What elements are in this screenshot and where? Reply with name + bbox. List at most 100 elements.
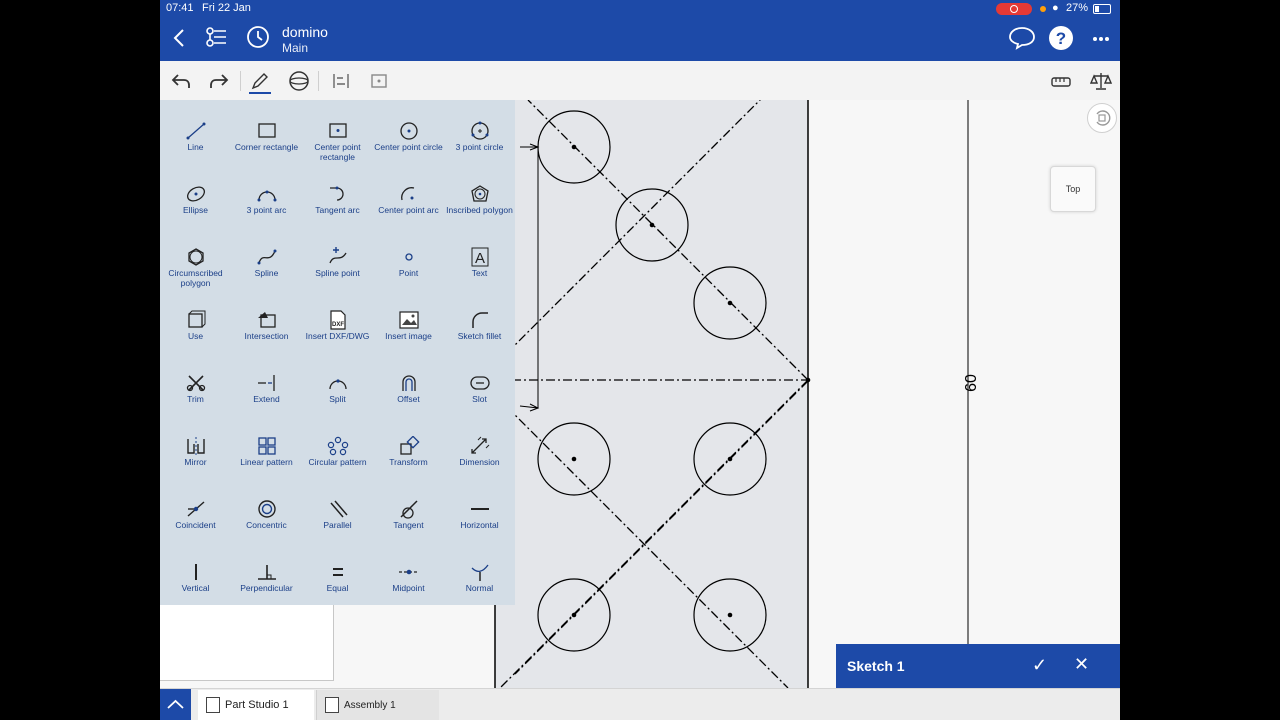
tool-vertical[interactable]: Vertical bbox=[160, 546, 231, 609]
tool-label: Perpendicular bbox=[240, 583, 293, 593]
tool-transform[interactable]: Transform bbox=[373, 420, 444, 483]
sketch-pencil-icon[interactable] bbox=[249, 70, 271, 94]
tab-part-studio[interactable]: Part Studio 1 bbox=[198, 690, 314, 720]
sketch-dialog: Sketch 1 ✓ ✕ bbox=[836, 644, 1120, 688]
tool-label: Extend bbox=[253, 394, 280, 404]
measure-icon[interactable] bbox=[1050, 70, 1072, 92]
tool-midpoint[interactable]: Midpoint bbox=[373, 546, 444, 609]
tool-label: Center point circle bbox=[374, 142, 443, 152]
dimension-value[interactable]: 60 bbox=[963, 374, 980, 392]
more-options-icon[interactable] bbox=[1092, 30, 1110, 48]
tool-ellipse[interactable]: Ellipse bbox=[160, 168, 231, 231]
tab-assembly[interactable]: Assembly 1 bbox=[316, 690, 439, 720]
tool-text[interactable]: A Text bbox=[444, 231, 515, 294]
tool-point[interactable]: Point bbox=[373, 231, 444, 294]
tool-circular-pattern[interactable]: Circular pattern bbox=[302, 420, 373, 483]
tool-label: Tangent arc bbox=[315, 205, 360, 215]
tool-circumscribed-polygon[interactable]: Circumscribed polygon bbox=[160, 231, 231, 294]
tool-line[interactable]: Line bbox=[160, 105, 231, 168]
tool-coincident[interactable]: Coincident bbox=[160, 483, 231, 546]
tool-tangent[interactable]: Tangent bbox=[373, 483, 444, 546]
tool-label: Vertical bbox=[181, 583, 210, 593]
accept-check-icon[interactable]: ✓ bbox=[1032, 655, 1047, 676]
screen-recording-icon bbox=[996, 3, 1032, 15]
tool-3-point-circle[interactable]: 3 point circle bbox=[444, 105, 515, 168]
tool-sketch-fillet[interactable]: Sketch fillet bbox=[444, 294, 515, 357]
tool-label: Text bbox=[471, 268, 488, 278]
status-bar: 07:41 Fri 22 Jan ● 27% bbox=[160, 0, 1120, 18]
cancel-close-icon[interactable]: ✕ bbox=[1074, 654, 1089, 675]
tool-label: Tangent bbox=[393, 520, 424, 530]
tool-center-point-arc[interactable]: Center point arc bbox=[373, 168, 444, 231]
three-point-arc-icon bbox=[257, 190, 277, 202]
tool-horizontal[interactable]: Horizontal bbox=[444, 483, 515, 546]
document-branch: Main bbox=[282, 41, 309, 55]
tool-dimension[interactable]: Dimension bbox=[444, 420, 515, 483]
solid-body-icon[interactable] bbox=[288, 70, 310, 92]
tab-menu-button[interactable] bbox=[160, 689, 191, 720]
redo-icon[interactable] bbox=[208, 70, 230, 92]
point-icon bbox=[405, 253, 413, 261]
tool-intersection[interactable]: Intersection bbox=[231, 294, 302, 357]
tool-center-point-circle[interactable]: Center point circle bbox=[373, 105, 444, 168]
tool-label: Inscribed polygon bbox=[446, 205, 513, 215]
tool-mirror[interactable]: Mirror bbox=[160, 420, 231, 483]
tool-insert-dxf-dwg[interactable]: DXF Insert DXF/DWG bbox=[302, 294, 373, 357]
tool-label: Linear pattern bbox=[240, 457, 293, 467]
undo-icon[interactable] bbox=[170, 70, 192, 92]
tool-parallel[interactable]: Parallel bbox=[302, 483, 373, 546]
history-icon[interactable] bbox=[246, 25, 270, 54]
toolbar-divider bbox=[318, 71, 319, 91]
tool-label: Spline point bbox=[315, 268, 360, 278]
tool-label: Offset bbox=[397, 394, 420, 404]
help-icon[interactable]: ? bbox=[1048, 25, 1074, 56]
tool-offset[interactable]: Offset bbox=[373, 357, 444, 420]
tool-slot[interactable]: Slot bbox=[444, 357, 515, 420]
tool-inscribed-polygon[interactable]: Inscribed polygon bbox=[444, 168, 515, 231]
tool-tangent-arc[interactable]: Tangent arc bbox=[302, 168, 373, 231]
sketch-name[interactable]: Sketch 1 bbox=[847, 658, 905, 674]
view-cube-top[interactable]: Top bbox=[1050, 166, 1096, 212]
tool-linear-pattern[interactable]: Linear pattern bbox=[231, 420, 302, 483]
back-icon[interactable] bbox=[172, 28, 186, 53]
plane-icon[interactable] bbox=[368, 70, 390, 92]
tool-label: Center point arc bbox=[378, 205, 439, 215]
feature-tree-icon[interactable] bbox=[204, 26, 228, 53]
intersection-icon bbox=[258, 312, 276, 328]
tool-label: Center point rectangle bbox=[314, 142, 361, 162]
battery-percent: 27% bbox=[1066, 2, 1089, 14]
tool-corner-rectangle[interactable]: Corner rectangle bbox=[231, 105, 302, 168]
orange-dot-icon bbox=[1040, 6, 1046, 12]
horizontal-icon bbox=[471, 508, 489, 510]
battery-icon bbox=[1093, 4, 1111, 14]
part-studio-icon bbox=[206, 697, 220, 713]
inscribed-polygon-icon bbox=[471, 185, 489, 202]
use-icon bbox=[188, 310, 206, 328]
extend-icon bbox=[258, 375, 275, 391]
tool-trim[interactable]: Trim bbox=[160, 357, 231, 420]
feature-list-panel bbox=[160, 605, 334, 681]
tool-label: 3 point circle bbox=[455, 142, 504, 152]
tool-spline[interactable]: Spline bbox=[231, 231, 302, 294]
tool-perpendicular[interactable]: Perpendicular bbox=[231, 546, 302, 609]
tool-insert-image[interactable]: Insert image bbox=[373, 294, 444, 357]
tool-label: Mirror bbox=[184, 457, 207, 467]
concentric-icon bbox=[258, 500, 276, 518]
tool-label: Equal bbox=[326, 583, 349, 593]
tool-3-point-arc[interactable]: 3 point arc bbox=[231, 168, 302, 231]
tool-concentric[interactable]: Concentric bbox=[231, 483, 302, 546]
tool-split[interactable]: Split bbox=[302, 357, 373, 420]
comments-icon[interactable] bbox=[1008, 26, 1036, 55]
ellipse-icon bbox=[186, 186, 206, 202]
tool-spline-point[interactable]: Spline point bbox=[302, 231, 373, 294]
tool-use[interactable]: Use bbox=[160, 294, 231, 357]
document-title[interactable]: domino bbox=[282, 24, 328, 40]
tool-equal[interactable]: Equal bbox=[302, 546, 373, 609]
tool-center-point-rectangle[interactable]: Center point rectangle bbox=[302, 105, 373, 168]
vertical-icon bbox=[195, 564, 197, 580]
tool-extend[interactable]: Extend bbox=[231, 357, 302, 420]
mass-properties-icon[interactable] bbox=[1089, 70, 1113, 92]
tool-normal[interactable]: Normal bbox=[444, 546, 515, 609]
align-icon[interactable] bbox=[330, 70, 352, 92]
rotate-view-button[interactable] bbox=[1087, 103, 1117, 133]
